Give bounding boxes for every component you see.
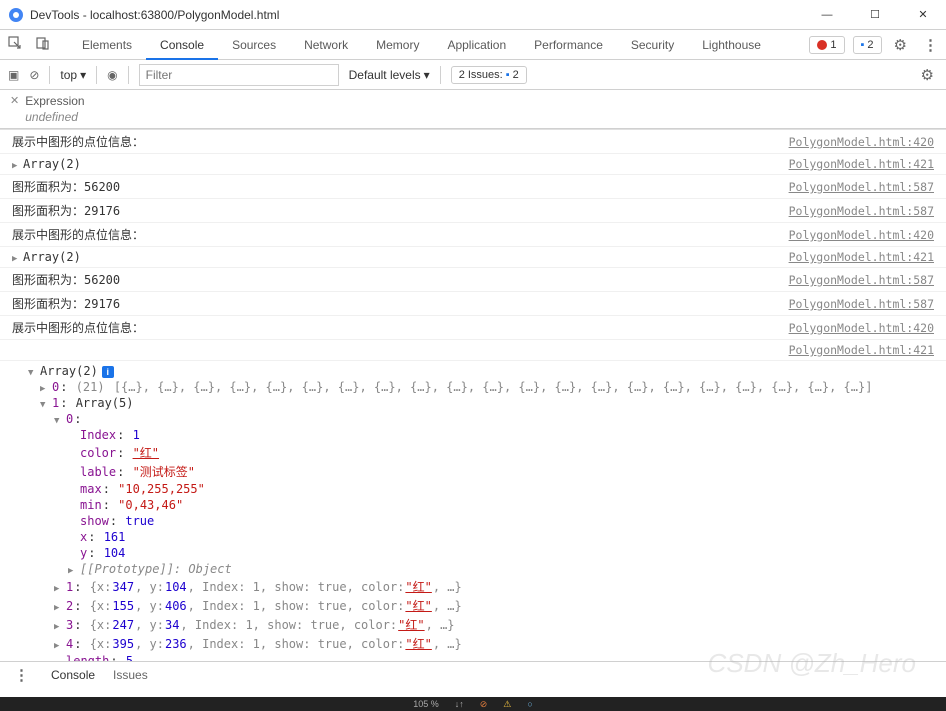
expand-caret-icon[interactable] xyxy=(40,384,49,394)
tab-performance[interactable]: Performance xyxy=(520,30,617,60)
source-link[interactable]: PolygonModel.html:420 xyxy=(789,228,934,242)
window-title: DevTools - localhost:63800/PolygonModel.… xyxy=(30,8,812,22)
sidebar-toggle-icon[interactable]: ▣ xyxy=(8,68,19,82)
log-row: PolygonModel.html:421 xyxy=(0,340,946,361)
minimize-button[interactable]: — xyxy=(812,3,842,27)
expand-caret-icon[interactable] xyxy=(40,400,49,410)
messages-count: 2 xyxy=(867,39,873,51)
tab-elements[interactable]: Elements xyxy=(68,30,146,60)
filter-input[interactable] xyxy=(139,64,339,86)
tab-network[interactable]: Network xyxy=(290,30,362,60)
log-row: 展示中图形的点位信息：PolygonModel.html:420 xyxy=(0,129,946,154)
log-row: 图形面积为：56200PolygonModel.html:587 xyxy=(0,268,946,292)
expanded-array: Array(2)i 0: (21) [{…}, {…}, {…}, {…}, {… xyxy=(0,361,946,661)
tab-sources[interactable]: Sources xyxy=(218,30,290,60)
source-link[interactable]: PolygonModel.html:421 xyxy=(789,343,934,357)
tab-console[interactable]: Console xyxy=(146,30,218,60)
expand-caret-icon[interactable] xyxy=(54,603,63,613)
source-link[interactable]: PolygonModel.html:587 xyxy=(789,273,934,287)
more-icon[interactable]: ⋮ xyxy=(919,36,942,54)
expand-caret-icon[interactable] xyxy=(54,416,63,426)
settings-icon[interactable]: ⚙ xyxy=(890,36,911,54)
log-row: Array(2)PolygonModel.html:421 xyxy=(0,154,946,175)
expression-value: undefined xyxy=(25,110,84,124)
source-link[interactable]: PolygonModel.html:587 xyxy=(789,204,934,218)
tab-application[interactable]: Application xyxy=(433,30,520,60)
context-dropdown[interactable]: top ▾ xyxy=(60,68,86,82)
error-badge[interactable]: 1 xyxy=(809,36,844,54)
log-row: 图形面积为：56200PolygonModel.html:587 xyxy=(0,175,946,199)
console-toolbar: ▣ ⊘ top ▾ ◉ Default levels ▾ 2 Issues: ▪… xyxy=(0,60,946,90)
error-count: 1 xyxy=(830,39,836,51)
array-item: 4: {x: 395, y: 236, Index: 1, show: true… xyxy=(54,634,934,653)
live-expression-row: ✕ Expression undefined xyxy=(0,90,946,129)
drawer-tab-issues[interactable]: Issues xyxy=(113,668,148,682)
array-item: 2: {x: 155, y: 406, Index: 1, show: true… xyxy=(54,596,934,615)
issues-badge[interactable]: 2 Issues: ▪ 2 xyxy=(451,66,527,84)
live-expression-icon[interactable]: ◉ xyxy=(107,68,117,82)
window-titlebar: DevTools - localhost:63800/PolygonModel.… xyxy=(0,0,946,30)
zoom-level: 105 % xyxy=(413,699,439,709)
expand-caret-icon[interactable] xyxy=(54,584,63,594)
clear-console-icon[interactable]: ⊘ xyxy=(29,68,39,82)
log-row: Array(2)PolygonModel.html:421 xyxy=(0,247,946,268)
maximize-button[interactable]: ☐ xyxy=(860,3,890,27)
source-link[interactable]: PolygonModel.html:587 xyxy=(789,297,934,311)
source-link[interactable]: PolygonModel.html:420 xyxy=(789,135,934,149)
log-row: 图形面积为：29176PolygonModel.html:587 xyxy=(0,292,946,316)
messages-badge[interactable]: ▪2 xyxy=(853,36,882,54)
chevron-down-icon: ▾ xyxy=(424,68,430,82)
expand-caret-icon[interactable] xyxy=(28,368,37,378)
inspect-icon[interactable] xyxy=(4,32,26,57)
source-link[interactable]: PolygonModel.html:421 xyxy=(789,250,934,264)
console-messages[interactable]: 展示中图形的点位信息：PolygonModel.html:420 Array(2… xyxy=(0,129,946,661)
device-icon[interactable] xyxy=(32,32,54,57)
tab-lighthouse[interactable]: Lighthouse xyxy=(688,30,775,60)
expand-caret-icon[interactable] xyxy=(54,641,63,651)
expand-caret-icon[interactable] xyxy=(54,622,63,632)
expand-caret-icon[interactable] xyxy=(12,161,21,171)
tab-memory[interactable]: Memory xyxy=(362,30,433,60)
info-icon[interactable]: i xyxy=(102,366,114,378)
source-link[interactable]: PolygonModel.html:421 xyxy=(789,157,934,171)
chevron-down-icon: ▾ xyxy=(80,68,86,82)
array-item: 1: {x: 347, y: 104, Index: 1, show: true… xyxy=(54,577,934,596)
devtools-tabs: Elements Console Sources Network Memory … xyxy=(0,30,946,60)
console-settings-icon[interactable]: ⚙ xyxy=(917,66,938,84)
drawer-tabs: ⋮ Console Issues xyxy=(0,661,946,687)
tab-security[interactable]: Security xyxy=(617,30,688,60)
taskbar: 105 % ↓↑ ⊘ ⚠ ○ xyxy=(0,697,946,711)
source-link[interactable]: PolygonModel.html:587 xyxy=(789,180,934,194)
close-button[interactable]: ✕ xyxy=(908,3,938,27)
levels-dropdown[interactable]: Default levels ▾ xyxy=(349,68,430,82)
close-expression-icon[interactable]: ✕ xyxy=(10,94,19,107)
chrome-icon xyxy=(8,7,24,23)
log-row: 图形面积为：29176PolygonModel.html:587 xyxy=(0,199,946,223)
expand-caret-icon[interactable] xyxy=(12,254,21,264)
drawer-tab-console[interactable]: Console xyxy=(51,668,95,682)
expand-caret-icon[interactable] xyxy=(68,566,77,576)
expression-label[interactable]: Expression xyxy=(25,94,84,108)
log-row: 展示中图形的点位信息：PolygonModel.html:420 xyxy=(0,316,946,340)
drawer-more-icon[interactable]: ⋮ xyxy=(10,666,33,684)
log-row: 展示中图形的点位信息：PolygonModel.html:420 xyxy=(0,223,946,247)
source-link[interactable]: PolygonModel.html:420 xyxy=(789,321,934,335)
array-item: 3: {x: 247, y: 34, Index: 1, show: true,… xyxy=(54,615,934,634)
